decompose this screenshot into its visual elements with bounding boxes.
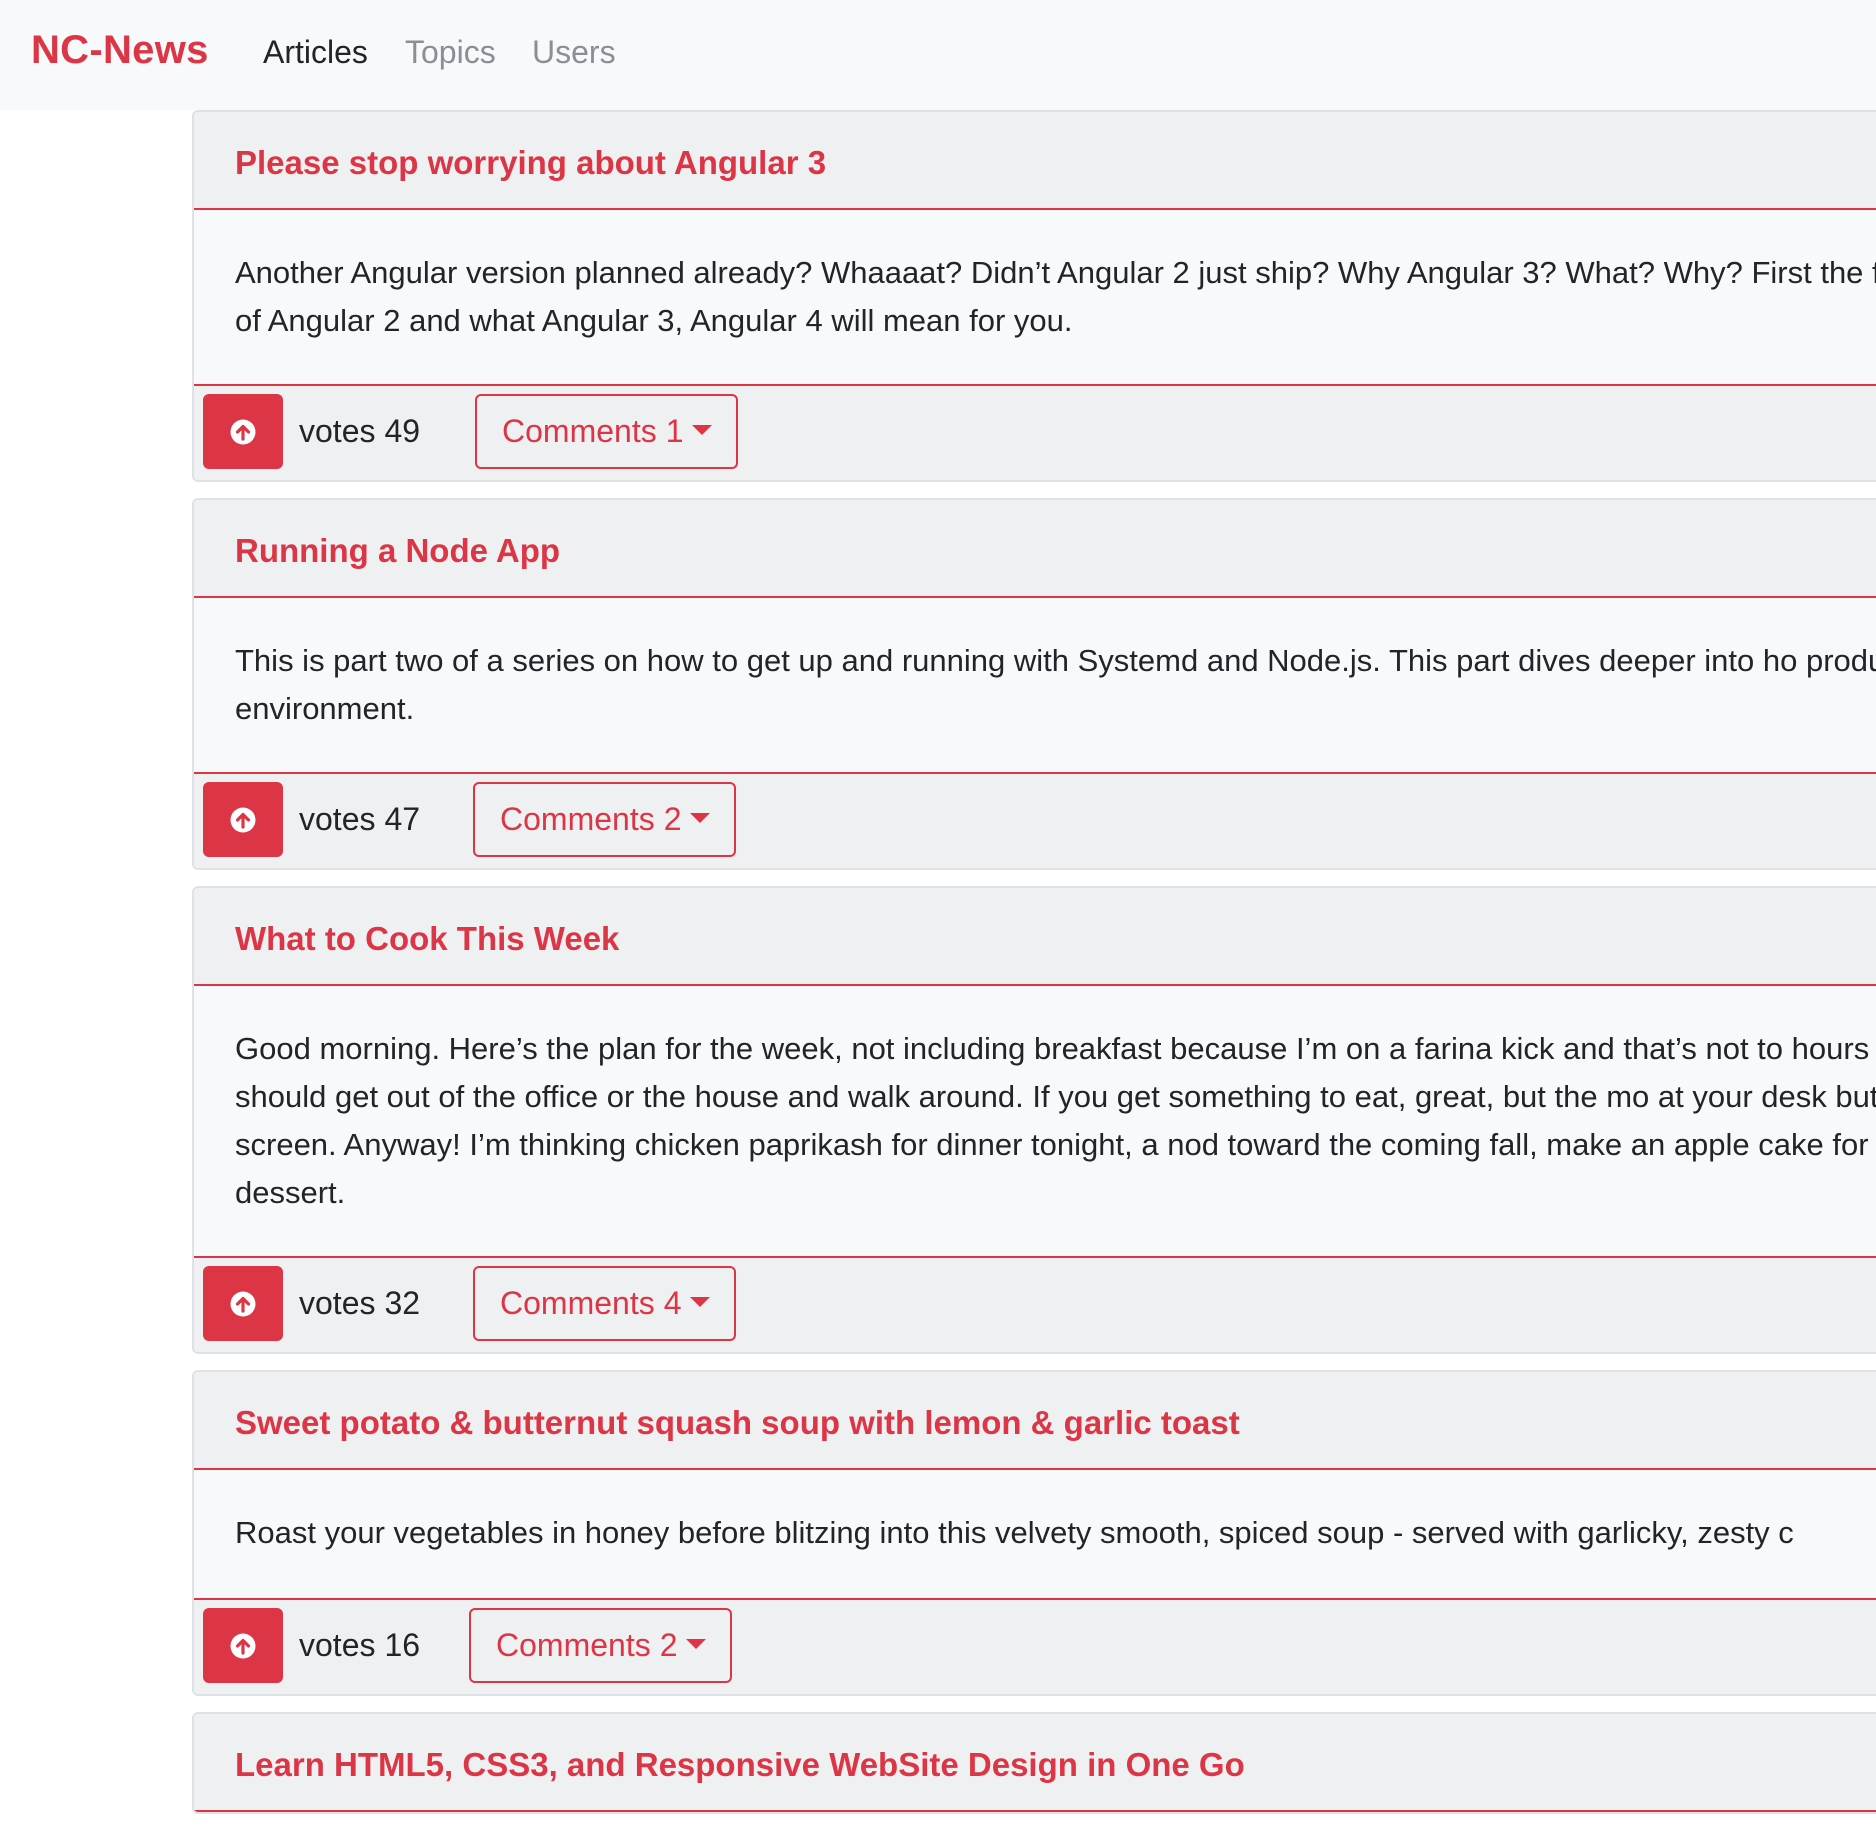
- vote-count: 47: [384, 801, 421, 837]
- article-title[interactable]: Please stop worrying about Angular 3: [235, 144, 826, 181]
- comments-label: Comments: [500, 801, 655, 837]
- article-header: Please stop worrying about Angular 3: [194, 112, 1876, 210]
- comments-dropdown-button[interactable]: Comments 4: [473, 1266, 736, 1341]
- comment-count: 2: [663, 801, 682, 837]
- comments-dropdown-button[interactable]: Comments 2: [469, 1608, 732, 1683]
- arrow-circle-up-icon: [230, 1291, 256, 1316]
- vote-count: 16: [384, 1627, 421, 1663]
- article-footer: votes 32 Comments 4: [194, 1258, 1876, 1352]
- caret-down-icon: [689, 812, 710, 823]
- upvote-button[interactable]: [203, 782, 283, 857]
- upvote-button[interactable]: [203, 394, 283, 469]
- comment-count: 4: [663, 1285, 682, 1321]
- nav-link-topics[interactable]: Topics: [405, 34, 496, 71]
- article-body: Roast your vegetables in honey before bl…: [194, 1470, 1876, 1600]
- caret-down-icon: [689, 1296, 710, 1307]
- article-header: Running a Node App: [194, 500, 1876, 598]
- vote-count-text: votes 47: [299, 801, 420, 838]
- article-header: What to Cook This Week: [194, 888, 1876, 986]
- comments-label: Comments: [500, 1285, 655, 1321]
- article-card: Learn HTML5, CSS3, and Responsive WebSit…: [192, 1712, 1876, 1814]
- comment-count: 2: [659, 1627, 678, 1663]
- article-card: Please stop worrying about Angular 3 Ano…: [192, 110, 1876, 482]
- article-footer: votes 47 Comments 2: [194, 774, 1876, 868]
- upvote-button[interactable]: [203, 1608, 283, 1683]
- article-body: Good morning. Here’s the plan for the we…: [194, 986, 1876, 1258]
- arrow-circle-up-icon: [230, 807, 256, 832]
- vote-count-text: votes 49: [299, 413, 420, 450]
- votes-label: votes: [299, 801, 376, 837]
- comment-count: 1: [665, 413, 684, 449]
- nav-link-articles[interactable]: Articles: [263, 34, 368, 71]
- brand-logo[interactable]: NC-News: [31, 28, 209, 73]
- article-body-text: Good morning. Here’s the plan for the we…: [235, 1031, 1876, 1210]
- article-title[interactable]: Running a Node App: [235, 532, 560, 569]
- comments-label: Comments: [496, 1627, 651, 1663]
- article-card: Sweet potato & butternut squash soup wit…: [192, 1370, 1876, 1696]
- article-header: Sweet potato & butternut squash soup wit…: [194, 1372, 1876, 1470]
- arrow-circle-up-icon: [230, 1633, 256, 1658]
- vote-count: 32: [384, 1285, 421, 1321]
- article-body-text: Another Angular version planned already?…: [235, 255, 1876, 338]
- article-body-text: This is part two of a series on how to g…: [235, 643, 1876, 726]
- comments-dropdown-button[interactable]: Comments 1: [475, 394, 738, 469]
- nav-link-users[interactable]: Users: [532, 34, 616, 71]
- caret-down-icon: [691, 424, 712, 435]
- article-card: What to Cook This Week Good morning. Her…: [192, 886, 1876, 1354]
- article-title[interactable]: Sweet potato & butternut squash soup wit…: [235, 1404, 1240, 1441]
- article-list: Please stop worrying about Angular 3 Ano…: [192, 110, 1876, 1830]
- vote-count: 49: [384, 413, 421, 449]
- article-footer: votes 49 Comments 1: [194, 386, 1876, 480]
- article-footer: votes 16 Comments 2: [194, 1600, 1876, 1694]
- comments-label: Comments: [502, 413, 657, 449]
- article-card: Running a Node App This is part two of a…: [192, 498, 1876, 870]
- article-header: Learn HTML5, CSS3, and Responsive WebSit…: [194, 1714, 1876, 1812]
- votes-label: votes: [299, 1285, 376, 1321]
- votes-label: votes: [299, 413, 376, 449]
- article-body: Another Angular version planned already?…: [194, 210, 1876, 386]
- article-title[interactable]: Learn HTML5, CSS3, and Responsive WebSit…: [235, 1746, 1245, 1783]
- upvote-button[interactable]: [203, 1266, 283, 1341]
- arrow-circle-up-icon: [230, 419, 256, 444]
- navbar: NC-News Articles Topics Users: [0, 0, 1876, 110]
- comments-dropdown-button[interactable]: Comments 2: [473, 782, 736, 857]
- article-body: This is part two of a series on how to g…: [194, 598, 1876, 774]
- vote-count-text: votes 32: [299, 1285, 420, 1322]
- caret-down-icon: [685, 1638, 706, 1649]
- votes-label: votes: [299, 1627, 376, 1663]
- article-title[interactable]: What to Cook This Week: [235, 920, 619, 957]
- article-body-text: Roast your vegetables in honey before bl…: [235, 1515, 1794, 1550]
- vote-count-text: votes 16: [299, 1627, 420, 1664]
